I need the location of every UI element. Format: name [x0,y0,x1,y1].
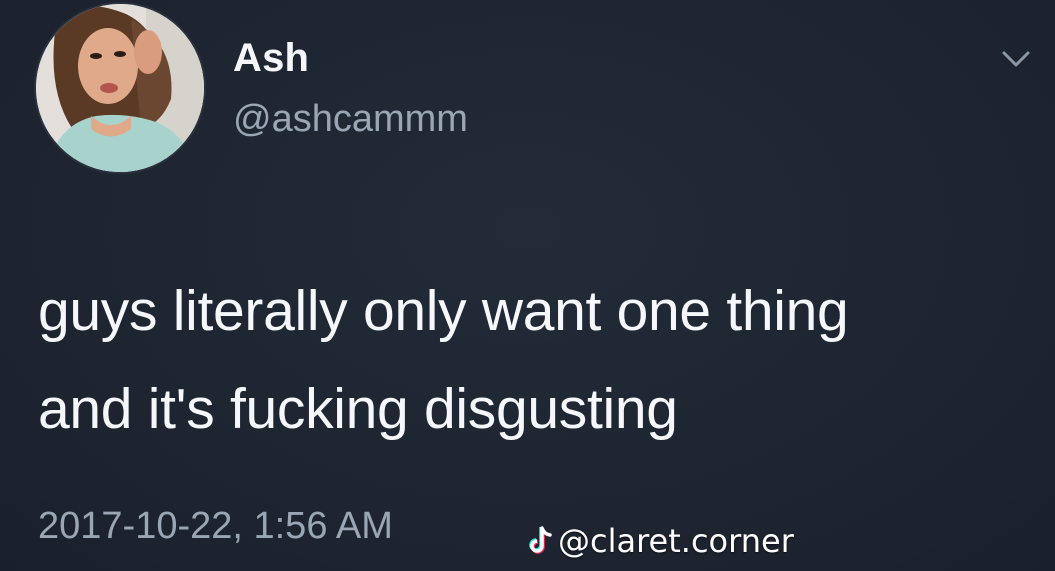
avatar[interactable] [36,4,204,172]
tiktok-icon [528,526,554,556]
tweet-text-line: and it's fucking disgusting [38,377,678,441]
tweet-text-line: guys literally only want one thing [38,279,849,343]
author-name[interactable]: Ash [233,36,309,81]
tweet-card: Ash @ashcammm guys literally only want o… [0,0,1055,571]
avatar-photo [36,4,204,172]
tweet-text: guys literally only want one thing and i… [38,262,1028,458]
watermark: @claret.corner [528,522,794,560]
watermark-text: @claret.corner [558,522,794,560]
tweet-timestamp[interactable]: 2017-10-22, 1:56 AM [38,505,393,548]
author-handle[interactable]: @ashcammm [233,98,468,141]
chevron-down-icon[interactable] [1001,48,1031,70]
